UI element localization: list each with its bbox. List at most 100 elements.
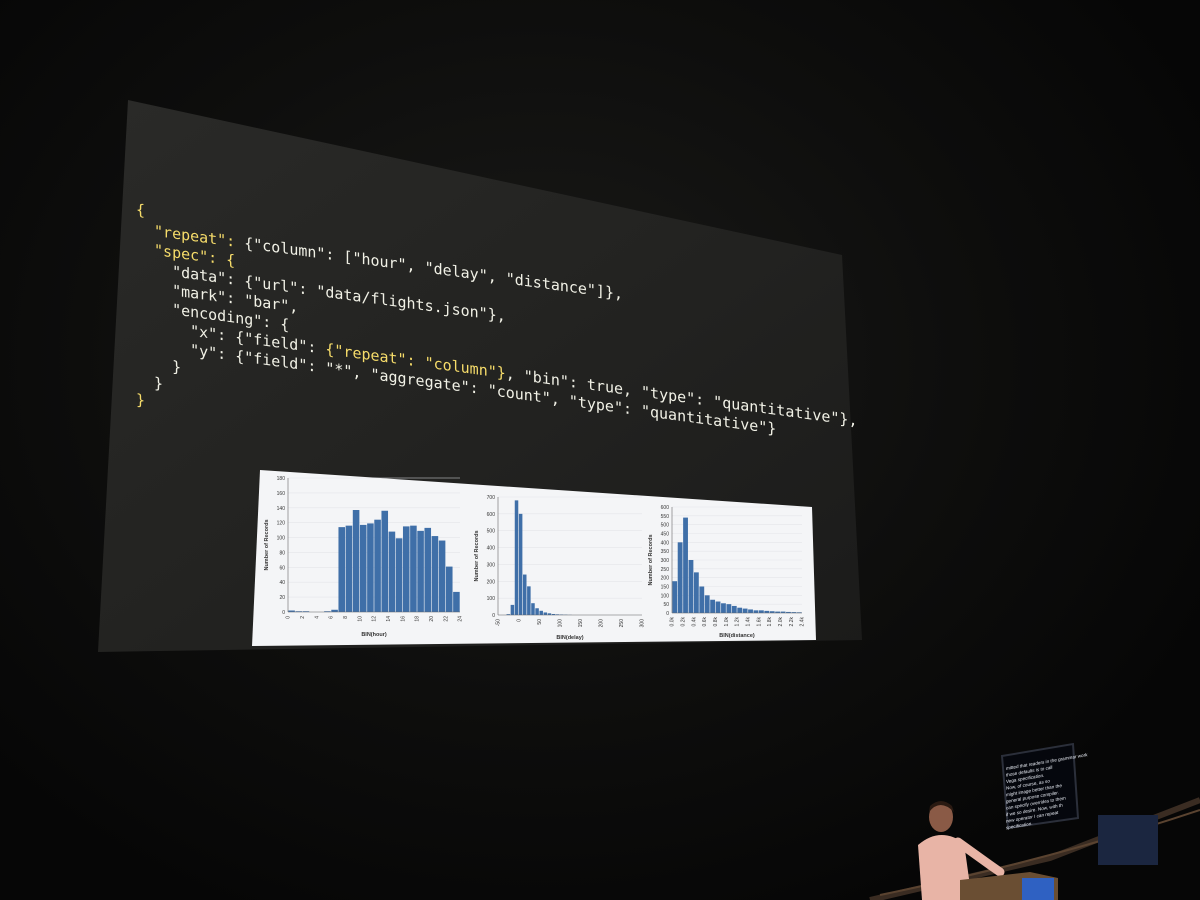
y-tick-label: 50 [663, 602, 669, 608]
y-tick-label: 600 [661, 505, 670, 511]
x-tick-label: 2.0k [778, 617, 784, 627]
histogram-bar [737, 607, 743, 613]
y-tick-label: 180 [277, 476, 286, 482]
y-tick-label: 600 [487, 512, 496, 518]
y-axis-title: Number of Records [474, 530, 480, 581]
y-tick-label: 120 [277, 521, 286, 527]
histogram-bar [424, 527, 432, 612]
histogram-bar [510, 604, 515, 615]
histogram-bar [395, 538, 403, 612]
code-line: { [136, 200, 145, 219]
y-tick-label: 150 [661, 585, 670, 591]
histogram-bar [438, 540, 446, 612]
y-tick-label: 200 [661, 576, 670, 582]
histogram-bar [402, 526, 410, 612]
y-tick-label: 100 [277, 536, 286, 542]
blue-panel [1098, 815, 1158, 865]
x-tick-label: 6 [329, 616, 335, 619]
histogram-bar [527, 586, 531, 615]
y-axis-title: Number of Records [264, 519, 270, 570]
y-tick-label: 400 [661, 540, 670, 546]
code-token: } [136, 390, 145, 409]
histogram-bar [543, 612, 548, 615]
histogram-bar [518, 513, 523, 615]
x-tick-label: 0.6k [702, 617, 708, 627]
histogram-bar [531, 603, 535, 615]
x-tick-label: 50 [537, 619, 543, 625]
x-tick-label: 22 [443, 616, 449, 622]
histogram-bar [388, 531, 396, 612]
code-token: } [136, 371, 163, 393]
x-tick-label: 0.2k [681, 617, 687, 627]
histogram-bar [748, 609, 753, 613]
y-tick-label: 100 [661, 593, 670, 599]
y-tick-label: 100 [487, 596, 496, 602]
y-tick-label: 0 [666, 611, 669, 617]
x-tick-label: 0.0k [670, 617, 676, 627]
histogram-bar [677, 542, 683, 613]
histogram-bar [345, 525, 353, 612]
histogram-bar [683, 517, 688, 613]
histogram-bar [431, 536, 439, 612]
x-tick-label: 1.8k [767, 617, 773, 627]
y-tick-label: 140 [277, 506, 286, 512]
x-tick-label: 0 [516, 619, 522, 622]
histogram-bar [410, 525, 417, 612]
x-tick-label: 4 [314, 616, 320, 619]
histogram-bar [359, 524, 367, 612]
x-tick-label: 14 [386, 616, 392, 622]
caption-monitor: mitted that readers in the grammar workt… [1000, 742, 1088, 830]
y-tick-label: 300 [487, 562, 496, 568]
histogram-bar [338, 527, 346, 612]
histogram-bar [726, 604, 732, 613]
y-tick-label: 300 [661, 558, 670, 564]
x-tick-label: 24 [458, 616, 464, 622]
code-line: } [136, 390, 145, 409]
x-tick-label: 18 [415, 616, 421, 622]
y-tick-label: 400 [487, 546, 496, 552]
x-tick-label: 1.0k [724, 617, 730, 627]
histogram-bar [731, 605, 737, 613]
histogram-bar [704, 595, 710, 613]
histogram-bar [710, 599, 716, 613]
x-tick-label: 8 [343, 616, 349, 619]
y-tick-label: 0 [492, 613, 495, 619]
histogram-bar [352, 510, 360, 612]
x-tick-label: 1.6k [756, 617, 762, 627]
code-line: } [136, 371, 163, 393]
y-tick-label: 500 [661, 523, 670, 529]
y-tick-label: 80 [279, 550, 285, 556]
y-axis-title: Number of Records [648, 534, 654, 585]
histogram-bar [514, 500, 519, 615]
y-tick-label: 350 [661, 549, 670, 555]
histogram-bar [417, 530, 424, 612]
x-tick-label: 10 [357, 616, 363, 622]
histogram-bar [699, 586, 705, 613]
histogram-bar [453, 591, 460, 612]
y-tick-label: 60 [279, 565, 285, 571]
y-tick-label: 250 [661, 567, 670, 573]
x-tick-label: 250 [619, 619, 625, 628]
x-tick-label: 150 [578, 619, 584, 628]
histogram-bar [742, 608, 748, 613]
x-tick-label: 2 [300, 616, 306, 619]
photo-scene: { "repeat": {"column": ["hour", "delay",… [98, 100, 1200, 900]
x-tick-label: 20 [429, 616, 435, 622]
x-tick-label: 0.4k [691, 617, 697, 627]
x-tick-label: -50 [496, 619, 502, 626]
code-token: { [136, 200, 145, 219]
x-tick-label: 100 [557, 619, 563, 628]
histogram-bar [764, 610, 770, 613]
histogram-bar [693, 572, 699, 613]
y-tick-label: 160 [277, 491, 286, 497]
y-tick-label: 500 [487, 529, 496, 535]
x-tick-label: 2.2k [789, 617, 795, 627]
y-tick-label: 200 [487, 579, 496, 585]
y-tick-label: 450 [661, 532, 670, 538]
histogram-bar [367, 523, 374, 612]
y-tick-label: 40 [279, 580, 285, 586]
histogram-bar [721, 603, 726, 613]
x-tick-label: 200 [599, 619, 605, 628]
histogram-bar [445, 566, 453, 612]
histogram-bar [672, 581, 678, 613]
